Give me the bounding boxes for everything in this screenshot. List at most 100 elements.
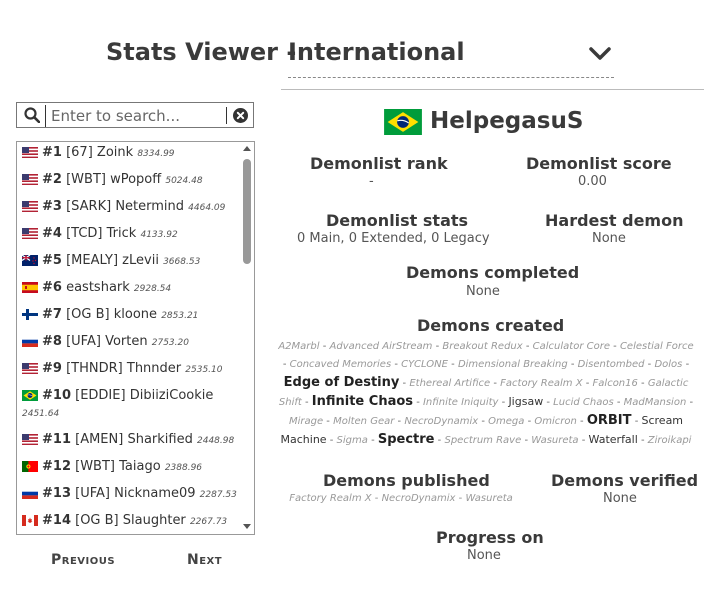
scrollbar-thumb[interactable]: [243, 159, 251, 264]
separator: -: [319, 341, 330, 352]
leaderboard-entry[interactable]: #13 [UFA] Nickname09 2287.53: [22, 485, 242, 504]
demon-link[interactable]: Edge of Destiny: [284, 375, 400, 390]
player-name: HelpegasuS: [430, 108, 584, 134]
published-label: Demons published: [323, 471, 490, 490]
leaderboard-entry[interactable]: #11 [AMEN] Sharkified 2448.98: [22, 431, 242, 450]
leaderboard-entry[interactable]: #6 eastshark 2928.54: [22, 279, 242, 298]
entry-score: 4133.92: [140, 230, 178, 240]
entry-tag: [67]: [66, 145, 93, 160]
progress-label: Progress on: [436, 528, 544, 547]
demon-link[interactable]: Omega: [488, 416, 524, 427]
demon-link[interactable]: Spectrum Rave: [444, 435, 521, 446]
leaderboard-entry[interactable]: #7 [OG B] kloone 2853.21: [22, 306, 242, 325]
demon-link[interactable]: Breakout Redux: [442, 341, 522, 352]
hardest-value: None: [592, 231, 626, 246]
separator: -: [543, 397, 554, 408]
separator: -: [391, 359, 402, 370]
chevron-down-icon[interactable]: [588, 44, 612, 64]
scrollbar[interactable]: [242, 142, 252, 534]
search-input[interactable]: [45, 105, 243, 127]
demon-link[interactable]: MadMansion: [624, 397, 687, 408]
demon-link[interactable]: A2Marbl: [278, 341, 319, 352]
demon-link[interactable]: Concaved Memories: [290, 359, 392, 370]
separator: -: [609, 341, 620, 352]
clear-icon[interactable]: [233, 108, 248, 123]
entry-score: 2448.98: [197, 436, 235, 446]
demon-link[interactable]: Mirage: [289, 416, 323, 427]
separator: -: [522, 341, 533, 352]
entry-rank: #7: [42, 307, 62, 322]
demon-link[interactable]: Waterfall: [589, 433, 638, 446]
separator: -: [413, 397, 423, 408]
scroll-down-arrow[interactable]: [243, 524, 251, 529]
leaderboard-entry[interactable]: #4 [TCD] Trick 4133.92: [22, 225, 242, 244]
demon-link[interactable]: Spectre: [378, 432, 435, 447]
header: Stats Viewer - International: [0, 0, 723, 90]
entry-score: 3668.53: [163, 257, 201, 267]
demon-link[interactable]: Jigsaw: [508, 395, 543, 408]
scroll-up-arrow[interactable]: [243, 146, 251, 151]
leaderboard-entry[interactable]: #1 [67] Zoink 8334.99: [22, 144, 242, 163]
completed-value: None: [466, 284, 500, 299]
usa-flag-icon: [22, 173, 38, 185]
demon-link[interactable]: Falcon16: [593, 378, 638, 389]
demon-link[interactable]: Disentombed: [578, 359, 645, 370]
header-divider: [281, 89, 704, 90]
separator: -: [631, 416, 642, 427]
demon-link[interactable]: Molten Gear: [333, 416, 394, 427]
demon-link[interactable]: Wasureta: [531, 435, 578, 446]
list-selector[interactable]: International: [288, 38, 465, 66]
demon-link[interactable]: Infinite Iniquity: [423, 397, 498, 408]
russia-flag-icon: [22, 335, 38, 347]
leaderboard-entry[interactable]: #5 [MEALY] zLevii 3668.53: [21, 252, 242, 271]
demon-link[interactable]: Ethereal Artifice: [409, 378, 490, 389]
leaderboard-entry[interactable]: #8 [UFA] Vorten 2753.20: [22, 333, 242, 352]
demon-link[interactable]: Celestial Force: [620, 341, 694, 352]
demon-link[interactable]: Sigma: [337, 435, 368, 446]
next-button[interactable]: Next: [187, 552, 222, 568]
entry-rank: #9: [42, 361, 62, 376]
entry-score: 2451.64: [22, 409, 60, 419]
separator: -: [323, 416, 334, 427]
demon-link[interactable]: CYCLONE: [401, 359, 448, 370]
leaderboard-entry[interactable]: #9 [THNDR] Thnnder 2535.10: [22, 360, 242, 379]
demon-link[interactable]: Calculator Core: [533, 341, 610, 352]
demon-link[interactable]: Ziroikapi: [648, 435, 692, 446]
score-label: Demonlist score: [526, 154, 672, 173]
demon-link[interactable]: Omicron: [534, 416, 576, 427]
leaderboard-entry[interactable]: #10 [EDDIE] DibiiziCookie 2451.64: [22, 387, 242, 423]
entry-tag: [WBT]: [75, 459, 115, 474]
leaderboard-entry[interactable]: #12 [WBT] Taiago 2388.96: [22, 458, 242, 477]
demon-link[interactable]: NecroDynamix: [382, 493, 456, 504]
usa-flag-icon: [22, 433, 38, 445]
leaderboard-list[interactable]: #1 [67] Zoink 8334.99 #2 [WBT] wPopoff 50…: [16, 141, 255, 535]
entry-rank: #10: [42, 388, 71, 403]
portugal-flag-icon: [22, 460, 38, 472]
demon-link[interactable]: Factory Realm X: [500, 378, 582, 389]
usa-flag-icon: [22, 146, 38, 158]
entry-rank: #3: [42, 199, 62, 214]
entry-tag: [SARK]: [66, 199, 112, 214]
demon-link[interactable]: Advanced AirStream: [330, 341, 433, 352]
leaderboard-entry[interactable]: #14 [OG B] Slaughter 2267.73: [22, 512, 242, 531]
demon-link[interactable]: Lucid Chaos: [553, 397, 614, 408]
demon-link[interactable]: Dolos: [654, 359, 682, 370]
demon-link[interactable]: Wasureta: [465, 493, 512, 504]
demon-link[interactable]: ORBIT: [587, 413, 632, 428]
entry-tag: [TCD]: [66, 226, 103, 241]
entry-name: Thnnder: [126, 361, 182, 376]
separator: -: [498, 397, 509, 408]
previous-button[interactable]: Previous: [51, 552, 115, 568]
demon-link[interactable]: Dimensional Breaking: [458, 359, 568, 370]
leaderboard-entry[interactable]: #2 [WBT] wPopoff 5024.48: [22, 171, 242, 190]
russia-flag-icon: [22, 487, 38, 499]
leaderboard-entry[interactable]: #3 [SARK] Netermind 4464.09: [22, 198, 242, 217]
score-value: 0.00: [578, 174, 607, 189]
demon-link[interactable]: NecroDynamix: [404, 416, 478, 427]
entry-tag: [OG B]: [75, 513, 119, 528]
spain-flag-icon: [22, 281, 38, 293]
demon-link[interactable]: Infinite Chaos: [312, 394, 413, 409]
entry-name: Vorten: [105, 334, 148, 349]
demon-link[interactable]: Factory Realm X: [289, 493, 371, 504]
finland-flag-icon: [22, 308, 38, 320]
